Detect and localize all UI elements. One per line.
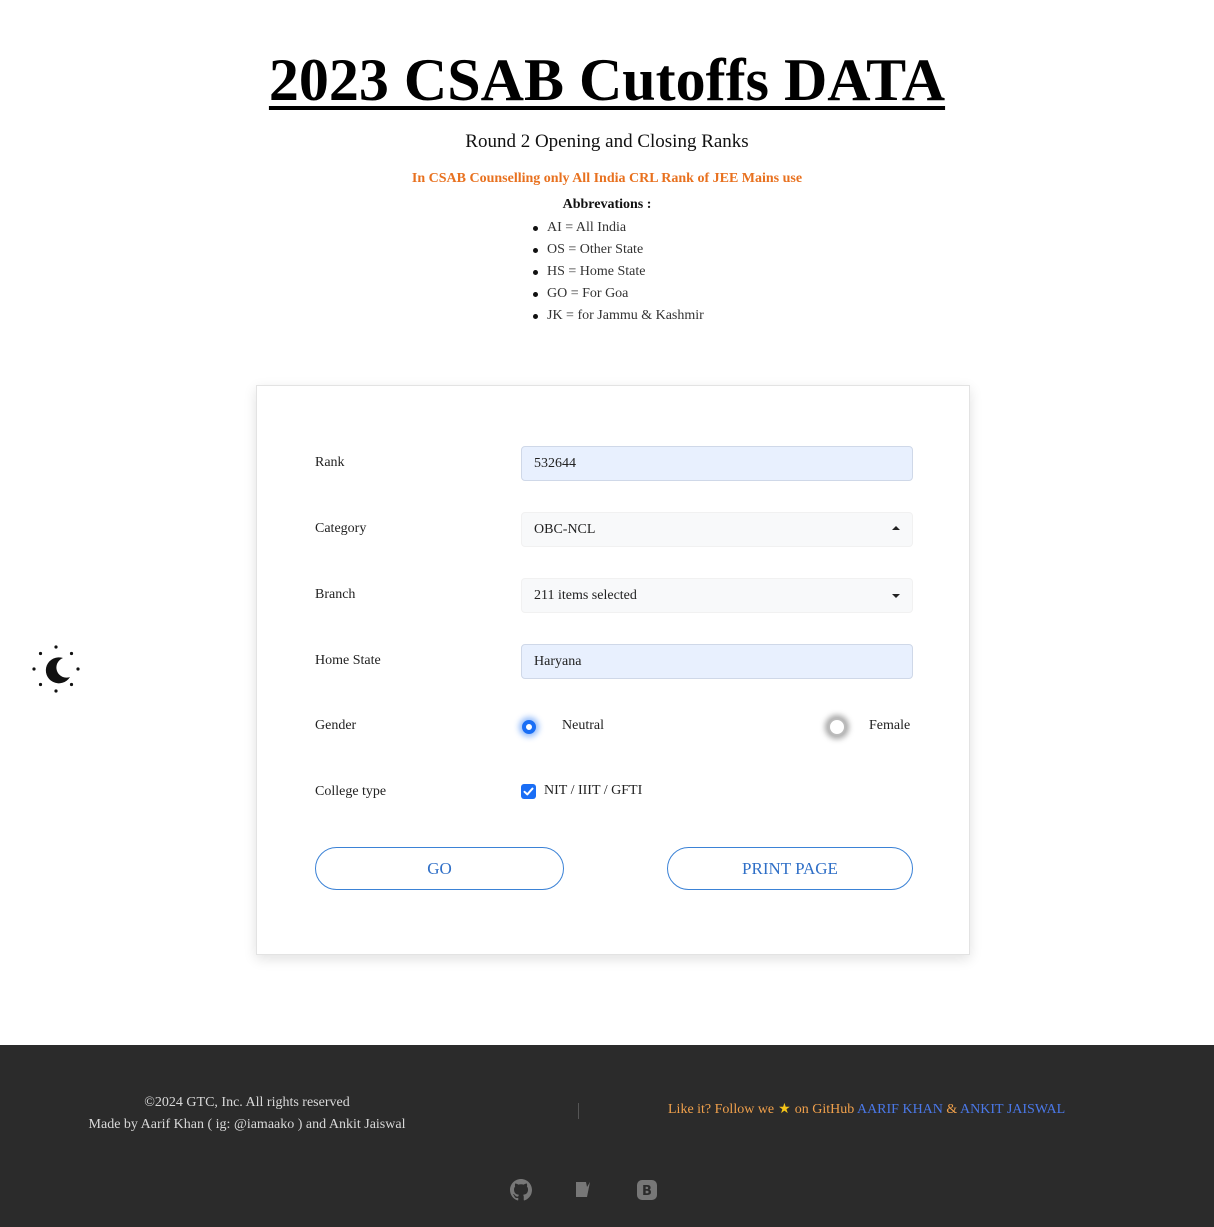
page: 2023 CSAB Cutoffs DATA Round 2 Opening a… <box>0 0 1214 1227</box>
abbreviation-item: AI = All India <box>533 219 704 241</box>
author-aarif-link[interactable]: AARIF KHAN <box>857 1102 943 1117</box>
footer: ©2024 GTC, Inc. All rights reserved Made… <box>0 1045 1214 1227</box>
rank-label: Rank <box>315 455 345 470</box>
moon-sun-icon <box>32 645 80 693</box>
caret-up-icon <box>892 526 900 530</box>
author-separator: & <box>946 1102 958 1117</box>
college-type-label: College type <box>315 784 387 799</box>
branch-label: Branch <box>315 587 356 602</box>
abbreviation-item: OS = Other State <box>533 241 704 263</box>
page-title: 2023 CSAB Cutoffs DATA <box>268 47 946 113</box>
gender-female-label: Female <box>869 718 911 733</box>
filter-form-card: Rank 532644 Category OBC-NCL Branch 211 … <box>256 385 970 955</box>
bootstrap-icon: B <box>637 1180 657 1200</box>
category-label: Category <box>315 521 367 536</box>
print-page-button[interactable]: PRINT PAGE <box>667 847 913 890</box>
author-credit-text: Made by Aarif Khan ( ig: @iamaako ) and … <box>88 1117 406 1132</box>
gender-neutral-label: Neutral <box>562 718 604 733</box>
counselling-note: In CSAB Counselling only All India CRL R… <box>411 171 803 186</box>
home-state-input[interactable]: Haryana <box>521 644 913 679</box>
go-button[interactable]: GO <box>315 847 564 890</box>
footer-credits: ©2024 GTC, Inc. All rights reserved Made… <box>60 1092 434 1136</box>
svg-text:B: B <box>642 1184 652 1199</box>
github-icon <box>510 1179 532 1201</box>
follow-suffix: on GitHub <box>794 1102 855 1117</box>
gender-neutral-radio[interactable] <box>522 720 536 734</box>
github-link[interactable] <box>510 1179 532 1201</box>
branch-select[interactable]: 211 items selected <box>521 578 913 613</box>
branch-value: 211 items selected <box>534 588 637 603</box>
abbreviations-list: AI = All India OS = Other State HS = Hom… <box>533 219 704 329</box>
checkmark-icon <box>523 787 534 796</box>
copyright-text: ©2024 GTC, Inc. All rights reserved <box>144 1095 350 1110</box>
abbreviation-item: JK = for Jammu & Kashmir <box>533 307 704 329</box>
follow-prefix: Like it? Follow we <box>668 1102 775 1117</box>
notion-icon <box>576 1182 590 1197</box>
category-select[interactable]: OBC-NCL <box>521 512 913 547</box>
abbreviation-item: HS = Home State <box>533 263 704 285</box>
page-subtitle: Round 2 Opening and Closing Ranks <box>465 131 749 152</box>
college-type-checkbox[interactable] <box>521 784 536 799</box>
star-icon: ★ <box>778 1102 791 1117</box>
follow-text: Like it? Follow we ★ on GitHub AARIF KHAN … <box>668 1101 1065 1118</box>
category-value: OBC-NCL <box>534 522 596 537</box>
college-type-option-label: NIT / IIIT / GFTI <box>544 783 643 798</box>
notion-link[interactable] <box>572 1179 594 1201</box>
abbreviations-title: Abbrevations : <box>562 197 652 212</box>
gender-label: Gender <box>315 718 357 733</box>
home-state-label: Home State <box>315 653 381 668</box>
gender-female-radio[interactable] <box>828 718 846 736</box>
bootstrap-link[interactable]: B <box>636 1179 658 1201</box>
abbreviation-item: GO = For Goa <box>533 285 704 307</box>
footer-divider <box>578 1103 579 1119</box>
author-ankit-link[interactable]: ANKIT JAISWAL <box>960 1102 1065 1117</box>
theme-toggle-button[interactable] <box>30 644 82 694</box>
rank-input[interactable]: 532644 <box>521 446 913 481</box>
caret-down-icon <box>892 594 900 598</box>
